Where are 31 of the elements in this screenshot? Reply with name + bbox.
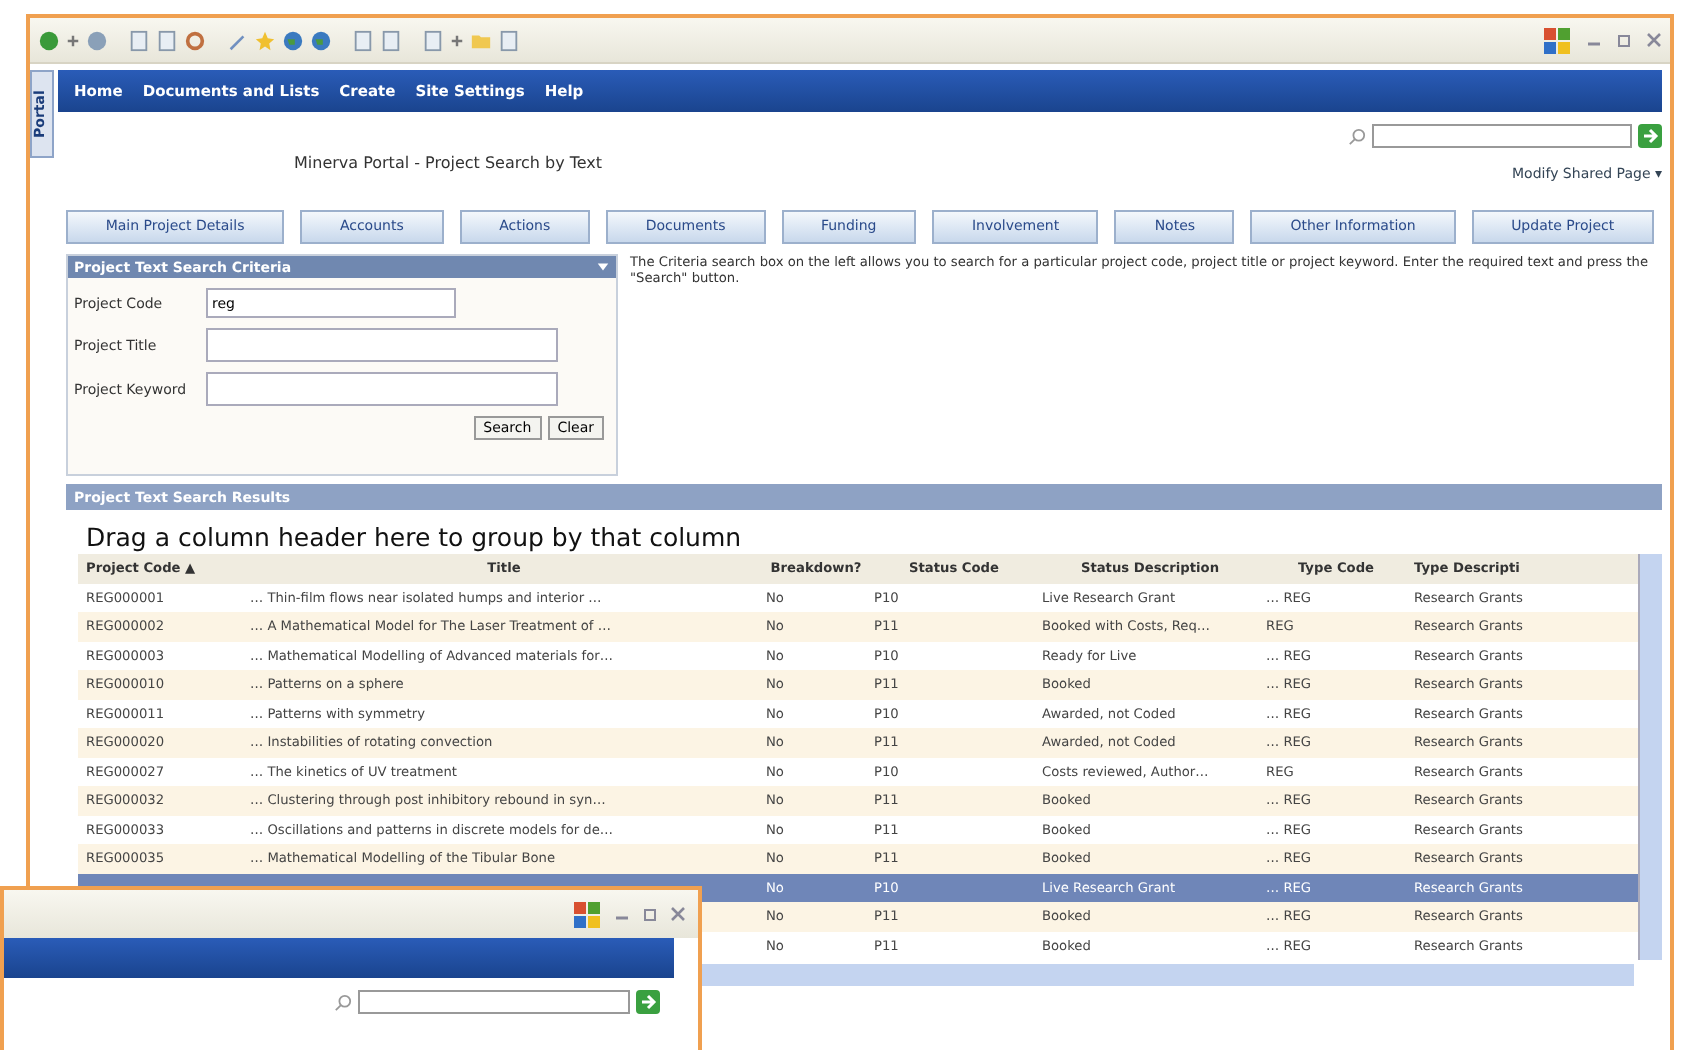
collapse-icon[interactable] bbox=[596, 260, 610, 274]
search-icon bbox=[1348, 127, 1366, 145]
go-arrow-icon[interactable] bbox=[1638, 124, 1662, 148]
vertical-scrollbar[interactable] bbox=[1638, 554, 1662, 960]
plus-icon[interactable] bbox=[450, 33, 464, 47]
search-field[interactable] bbox=[1372, 124, 1632, 148]
close-icon[interactable] bbox=[670, 906, 686, 922]
windows-flag-icon bbox=[1540, 24, 1572, 56]
windows-flag-icon bbox=[570, 898, 602, 930]
page-icon[interactable] bbox=[422, 29, 444, 51]
page-icon[interactable] bbox=[352, 29, 374, 51]
restore-icon[interactable] bbox=[642, 906, 658, 922]
page-icon[interactable] bbox=[128, 29, 150, 51]
page-icon[interactable] bbox=[498, 29, 520, 51]
text-field[interactable] bbox=[206, 372, 558, 406]
text-field[interactable] bbox=[206, 328, 558, 362]
search-icon bbox=[334, 993, 352, 1011]
group-hint: Drag a column header here to group by that column bbox=[86, 522, 744, 554]
page-icon[interactable] bbox=[380, 29, 402, 51]
globe-icon[interactable] bbox=[282, 29, 304, 51]
star-icon[interactable] bbox=[254, 29, 276, 51]
restore-icon[interactable] bbox=[1616, 32, 1632, 48]
go-arrow-icon[interactable] bbox=[636, 990, 660, 1014]
page-title: Minerva Portal - Project Search by Text bbox=[294, 154, 603, 172]
close-icon[interactable] bbox=[1646, 32, 1662, 48]
page-icon[interactable] bbox=[156, 29, 178, 51]
search-field[interactable] bbox=[358, 990, 630, 1014]
round-toolbar-icon[interactable] bbox=[38, 29, 60, 51]
plus-icon[interactable] bbox=[66, 33, 80, 47]
globe-icon[interactable] bbox=[310, 29, 332, 51]
round-toolbar-icon[interactable] bbox=[86, 29, 108, 51]
